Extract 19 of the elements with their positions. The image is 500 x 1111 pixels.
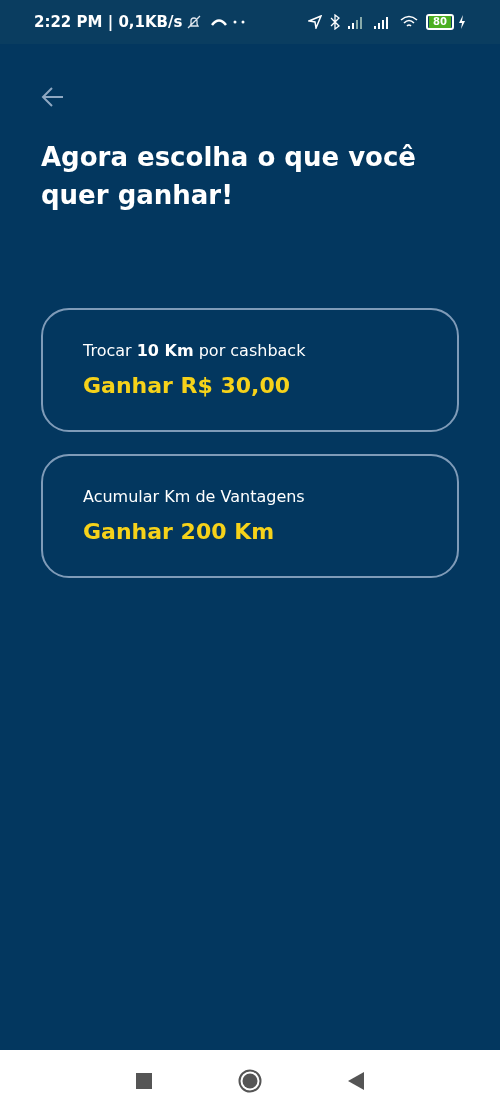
home-icon[interactable] xyxy=(238,1068,262,1093)
back-arrow-icon xyxy=(41,86,65,108)
page-title: Agora escolha o que você quer ganhar! xyxy=(41,141,417,212)
option-card[interactable]: Acumular Km de Vantagens Ganhar 200 Km xyxy=(41,454,459,578)
status-text: 2:22 PM | 0,1KB/s xyxy=(34,11,183,33)
back-icon[interactable] xyxy=(348,1071,364,1090)
bluetooth-icon xyxy=(330,14,341,30)
option-reward: Ganhar R$ 30,00 xyxy=(83,371,291,400)
battery-icon: 80 xyxy=(426,14,454,30)
option-caption: Acumular Km de Vantagens xyxy=(83,485,305,508)
charging-icon xyxy=(458,15,466,29)
option-reward: Ganhar 200 Km xyxy=(83,517,275,546)
muted-bell-icon xyxy=(186,14,203,30)
dots-icon xyxy=(232,20,247,24)
location-icon xyxy=(308,15,323,29)
option-card[interactable]: Trocar 10 Km por cashback Ganhar R$ 30,00 xyxy=(41,308,459,432)
wifi-icon xyxy=(400,15,419,29)
option-caption: Trocar 10 Km por cashback xyxy=(83,339,306,362)
recents-icon[interactable] xyxy=(136,1072,152,1089)
